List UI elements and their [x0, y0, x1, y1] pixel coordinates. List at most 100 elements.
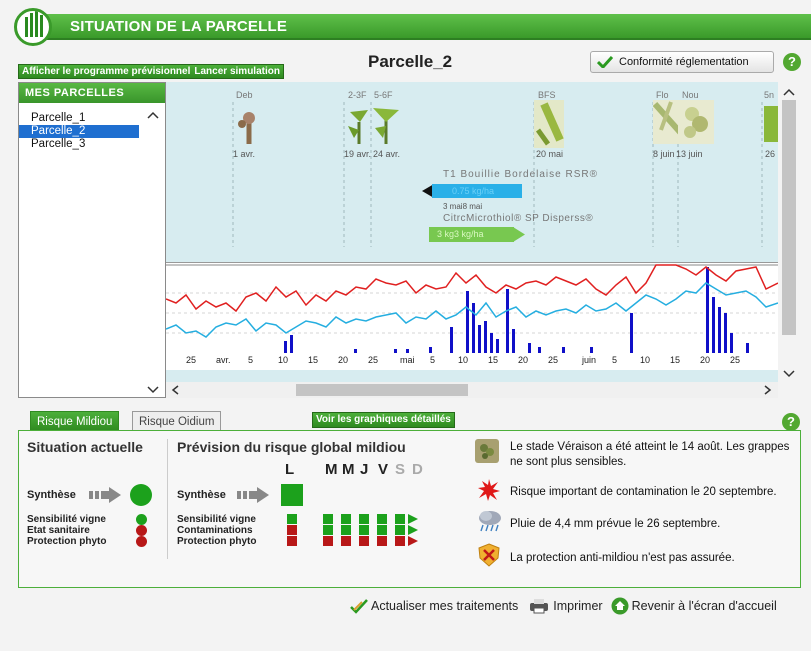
arrow-right-icon	[513, 227, 525, 242]
tab-risque-mildiou[interactable]: Risque Mildiou	[30, 411, 120, 431]
forecast-synthese-square	[281, 484, 303, 506]
tab-risque-oidium[interactable]: Risque Oidium	[132, 411, 222, 431]
divider	[167, 439, 168, 559]
print-label: Imprimer	[553, 599, 603, 613]
stage-date: 26	[765, 149, 776, 159]
help-icon[interactable]: ?	[783, 53, 801, 71]
message-rain: Pluie de 4,4 mm prévue le 26 septembre.	[510, 518, 721, 530]
stage-date: 8 juin	[653, 149, 675, 159]
forecast-synthese-label: Synthèse	[177, 489, 226, 501]
home-label: Revenir à l'écran d'accueil	[631, 599, 777, 613]
situation-row-label: Etat sanitaire	[27, 525, 90, 536]
no-protection-shield-icon	[478, 543, 500, 567]
rain-cloud-icon	[479, 511, 501, 532]
treatment-dose: 0.75 kg/ha	[432, 184, 522, 198]
message-contamination: Risque important de contamination le 20 …	[510, 486, 777, 498]
arrow-right-icon	[89, 487, 121, 503]
risk-panel: Situation actuelle Synthèse Sensibilité …	[18, 430, 801, 588]
status-dot-red	[136, 536, 147, 547]
scroll-down-icon[interactable]	[783, 370, 795, 378]
page-title: SITUATION DE LA PARCELLE	[70, 18, 288, 35]
triangle-green-icon	[408, 525, 418, 535]
axis-tick: 25	[548, 355, 559, 365]
axis-tick: mai	[400, 355, 415, 365]
stage-label: 2-3F	[348, 90, 367, 100]
stage-date: 13 juin	[676, 149, 703, 159]
axis-tick: 5	[430, 355, 436, 365]
axis-tick: avr.	[216, 355, 231, 365]
treatment-name: CitrcMicrothiol® SP Disperss®	[443, 213, 594, 224]
stage-date: 1 avr.	[233, 149, 256, 159]
help-icon[interactable]: ?	[782, 413, 800, 431]
parcel-item-1[interactable]: Parcelle_1	[19, 112, 139, 125]
scroll-thumb[interactable]	[296, 384, 468, 396]
forecast-day: M	[342, 461, 355, 478]
situation-row-label: Sensibilité vigne	[27, 514, 106, 525]
parcel-title: Parcelle_2	[368, 52, 453, 71]
launch-simulation-button[interactable]: Lancer simulation	[194, 65, 280, 78]
stage-label: Flo	[656, 90, 669, 100]
detailed-graphs-button[interactable]: Voir les graphiques détaillés	[312, 412, 455, 428]
axis-tick: 20	[518, 355, 529, 365]
header-bar: SITUATION DE LA PARCELLE	[10, 8, 811, 50]
treatment-bar-1[interactable]: 0.75 kg/ha	[422, 184, 522, 198]
scroll-left-icon[interactable]	[171, 385, 179, 395]
risk-chart-svg	[165, 264, 779, 353]
forecast-row-label: Protection phyto	[177, 536, 257, 547]
axis-tick: 5	[612, 355, 618, 365]
treatment-dates: 3 mai8 mai	[443, 202, 483, 211]
axis-tick: 10	[458, 355, 469, 365]
stage-label: Nou	[682, 90, 699, 100]
scroll-right-icon[interactable]	[764, 385, 772, 395]
axis-ticks: 25 avr. 5 10 15 20 25 mai 5 10 15 20 25 …	[166, 355, 778, 365]
status-dot-synthese	[130, 484, 152, 506]
stage-date: 20 mai	[536, 149, 564, 159]
update-treatments-link[interactable]: Actualiser mes traitements	[350, 598, 518, 614]
grape-icon	[475, 439, 499, 463]
forecast-row-label: Contaminations	[177, 525, 253, 536]
axis-tick: 10	[278, 355, 289, 365]
risk-chart	[165, 262, 779, 363]
triangle-green-icon	[408, 514, 418, 524]
forecast-day: L	[285, 461, 295, 478]
scroll-thumb[interactable]	[782, 100, 796, 335]
axis-tick: 15	[308, 355, 319, 365]
parcel-item-3[interactable]: Parcelle_3	[19, 138, 139, 151]
update-treatments-label: Actualiser mes traitements	[371, 599, 519, 613]
status-dot-red	[136, 525, 147, 536]
situation-title: Situation actuelle	[27, 439, 143, 455]
forecast-day: J	[360, 461, 369, 478]
axis-tick: 20	[700, 355, 711, 365]
axis-tick: 15	[670, 355, 681, 365]
parcel-item-2[interactable]: Parcelle_2	[19, 125, 139, 138]
forecast-day: M	[325, 461, 338, 478]
forecast-day: S	[395, 461, 406, 478]
message-veraison: Le stade Véraison a été atteint le 14 ao…	[510, 441, 790, 468]
fruit-set-stage-icon	[678, 100, 714, 144]
message-protection: La protection anti-mildiou n'est pas ass…	[510, 552, 735, 564]
treatment-bar-2[interactable]: 3 kg3 kg/ha	[429, 227, 527, 242]
treatment-dose: 3 kg3 kg/ha	[429, 227, 514, 242]
arrow-right-icon	[237, 487, 269, 503]
berry-stage-icon	[764, 106, 778, 142]
scroll-up-icon[interactable]	[147, 111, 159, 119]
stage-date: 19 avr.	[344, 149, 372, 159]
scroll-up-icon[interactable]	[783, 88, 795, 96]
home-link[interactable]: Revenir à l'écran d'accueil	[611, 597, 777, 615]
triangle-red-icon	[408, 536, 418, 546]
toolbar-buttons: Afficher le programme prévisionnel Lance…	[18, 64, 284, 79]
horizontal-scrollbar[interactable]	[166, 382, 778, 398]
vertical-scrollbar[interactable]	[778, 82, 800, 382]
show-program-button[interactable]: Afficher le programme prévisionnel	[22, 65, 190, 78]
home-icon	[611, 597, 629, 615]
print-link[interactable]: Imprimer	[528, 598, 603, 614]
forecast-day: V	[378, 461, 389, 478]
treatment-name: T1 Bouillie Bordelaise RSR®	[443, 169, 598, 180]
status-dot-green	[136, 514, 147, 525]
leaf-stage-icon	[348, 110, 368, 144]
edit-check-icon	[350, 599, 368, 614]
axis-tick: 25	[730, 355, 741, 365]
scroll-down-icon[interactable]	[147, 386, 159, 394]
conformity-button[interactable]: Conformité réglementation	[590, 51, 774, 73]
stage-label: Deb	[236, 90, 253, 100]
